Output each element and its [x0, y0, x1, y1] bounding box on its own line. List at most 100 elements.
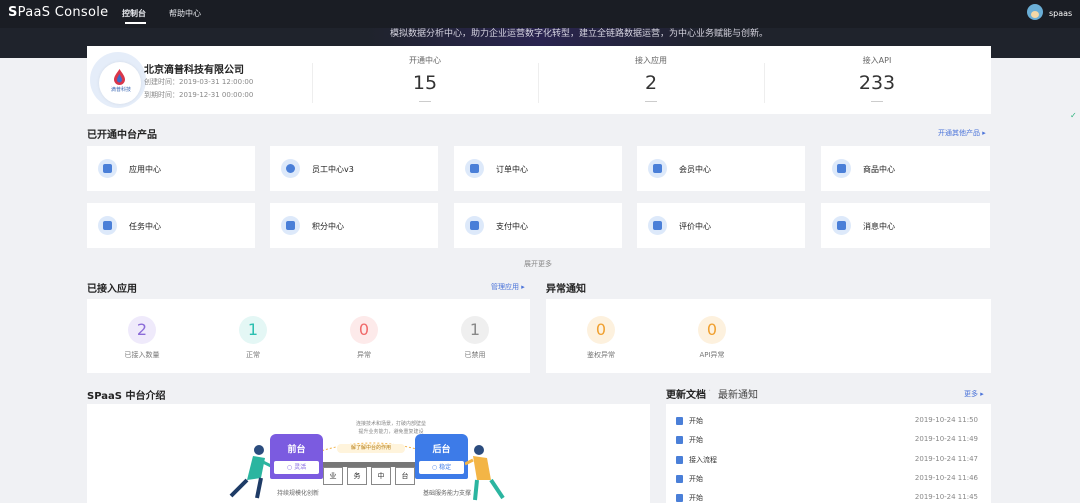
product-card[interactable]: 积分中心: [270, 203, 438, 248]
stat-apis[interactable]: 接入API 233: [764, 46, 990, 114]
member-center-icon: [648, 159, 667, 178]
goods-center-icon: [832, 159, 851, 178]
news-item[interactable]: 开始 2019-10-24 11:45: [666, 489, 991, 503]
intro-caption-left: 持续规模化创新: [276, 490, 319, 497]
back-stage-box: 后台 ○ 稳定: [415, 434, 468, 479]
product-card[interactable]: 会员中心: [637, 146, 805, 191]
intro-arc-label: 解了解中台的作用: [337, 444, 405, 453]
stat-value: 15: [412, 72, 438, 94]
stat-underline: [871, 101, 883, 102]
nav-console[interactable]: 控制台: [122, 8, 146, 19]
app-center-icon: [98, 159, 117, 178]
alerts-card: 0 鉴权异常 0 API异常: [546, 299, 991, 373]
stat-underline: [645, 101, 657, 102]
stat-label: 接入应用: [635, 56, 667, 65]
expand-more-button[interactable]: 展开更多: [524, 259, 552, 269]
product-card[interactable]: 任务中心: [87, 203, 255, 248]
nav-active-indicator: [125, 22, 146, 24]
stat-label: 接入API: [862, 56, 892, 65]
company-created: 创建时间：2019-03-31 12:00:00: [144, 78, 254, 86]
user-name[interactable]: spaas: [1049, 9, 1072, 18]
company-name: 北京滴普科技有限公司: [144, 65, 244, 76]
product-card[interactable]: 支付中心: [454, 203, 622, 248]
stat-value: 2: [644, 72, 658, 94]
stat-value: 233: [858, 72, 896, 94]
news-more-label: 更多: [964, 390, 978, 398]
company-logo-text: 滴普科技: [110, 87, 131, 93]
front-stage-box: 前台 ○ 灵活: [270, 434, 323, 479]
news-date: 2019-10-24 11:47: [914, 455, 978, 463]
news-date: 2019-10-24 11:50: [914, 416, 978, 424]
product-name: 订单中心: [496, 165, 528, 174]
news-title: 开始: [689, 417, 703, 425]
apps-disabled-circle[interactable]: 1: [461, 316, 489, 344]
tab-update-docs[interactable]: 更新文档: [666, 386, 706, 401]
news-date: 2019-10-24 11:46: [914, 474, 978, 482]
api-error-label: API异常: [699, 351, 725, 359]
manage-apps-link[interactable]: 管理应用 ▸: [491, 282, 525, 292]
app-logo[interactable]: SPaaS Console: [8, 5, 108, 20]
intro-card: 连接技术和场景，打破内部壁垒 提升业务能力，避免重复建设 解了解中台的作用 前台…: [87, 404, 650, 503]
company-logo: 滴普科技: [99, 62, 141, 104]
news-item[interactable]: 开始 2019-10-24 11:50: [666, 412, 991, 431]
news-date: 2019-10-24 11:49: [914, 435, 978, 443]
review-center-icon: [648, 216, 667, 235]
stat-apps[interactable]: 接入应用 2: [538, 46, 764, 114]
api-error-circle[interactable]: 0: [698, 316, 726, 344]
news-card: 开始 2019-10-24 11:50 开始 2019-10-24 11:49 …: [666, 404, 991, 503]
product-card[interactable]: 应用中心: [87, 146, 255, 191]
nav-help-center[interactable]: 帮助中心: [169, 8, 201, 19]
intro-note-1: 连接技术和场景，打破内部壁垒: [355, 421, 426, 427]
news-title: 接入流程: [689, 456, 717, 464]
alerts-title: 异常通知: [546, 284, 586, 295]
product-name: 员工中心v3: [312, 165, 354, 174]
news-title: 开始: [689, 436, 703, 444]
apps-card: 2 已接入数量 1 正常 0 异常 1 已禁用: [87, 299, 530, 373]
company-expires: 到期时间：2019-12-31 00:00:00: [144, 91, 254, 99]
news-date: 2019-10-24 11:45: [914, 493, 978, 501]
news-item[interactable]: 开始 2019-10-24 11:46: [666, 470, 991, 489]
employee-center-icon: [281, 159, 300, 178]
open-more-products-link[interactable]: 开通其他产品 ▸: [938, 128, 986, 138]
auth-error-label: 鉴权异常: [587, 351, 615, 359]
payment-center-icon: [465, 216, 484, 235]
apps-count-circle[interactable]: 2: [128, 316, 156, 344]
platform-block: 台: [395, 467, 415, 485]
stat-label: 开通中心: [409, 56, 441, 65]
product-card[interactable]: 消息中心: [821, 203, 990, 248]
product-card[interactable]: 订单中心: [454, 146, 622, 191]
news-more-link[interactable]: 更多 ▸: [964, 389, 984, 399]
apps-normal-label: 正常: [246, 351, 260, 359]
product-name: 支付中心: [496, 222, 528, 231]
document-icon: [676, 475, 683, 483]
product-name: 应用中心: [129, 165, 161, 174]
user-avatar[interactable]: [1027, 4, 1043, 20]
side-check-icon[interactable]: ✓: [1070, 111, 1077, 120]
product-card[interactable]: 员工中心v3: [270, 146, 438, 191]
news-item[interactable]: 开始 2019-10-24 11:49: [666, 431, 991, 450]
product-name: 评价中心: [679, 222, 711, 231]
apps-error-circle[interactable]: 0: [350, 316, 378, 344]
open-more-products-label: 开通其他产品: [938, 129, 980, 137]
document-icon: [676, 494, 683, 502]
apps-disabled-label: 已禁用: [464, 351, 486, 359]
apps-count-label: 已接入数量: [124, 351, 160, 359]
banner-text: 模拟数据分析中心，助力企业运营数字化转型，建立全链路数据运营，为中心业务赋能与创…: [390, 29, 769, 39]
product-card[interactable]: 评价中心: [637, 203, 805, 248]
apps-normal-circle[interactable]: 1: [239, 316, 267, 344]
front-stage-tag: ○ 灵活: [274, 461, 319, 474]
points-center-icon: [281, 216, 300, 235]
platform-block: 务: [347, 467, 367, 485]
tab-latest-notices[interactable]: 最新通知: [718, 386, 758, 401]
product-name: 消息中心: [863, 222, 895, 231]
intro-caption-right: 基础服务能力支撑: [422, 490, 471, 497]
order-center-icon: [465, 159, 484, 178]
apps-error-label: 异常: [357, 351, 371, 359]
back-stage-tag: ○ 稳定: [419, 461, 464, 474]
auth-error-circle[interactable]: 0: [587, 316, 615, 344]
news-item[interactable]: 接入流程 2019-10-24 11:47: [666, 451, 991, 470]
product-name: 会员中心: [679, 165, 711, 174]
stat-centers[interactable]: 开通中心 15: [312, 46, 538, 114]
product-card[interactable]: 商品中心: [821, 146, 990, 191]
back-stage-tag-text: 稳定: [439, 464, 452, 471]
